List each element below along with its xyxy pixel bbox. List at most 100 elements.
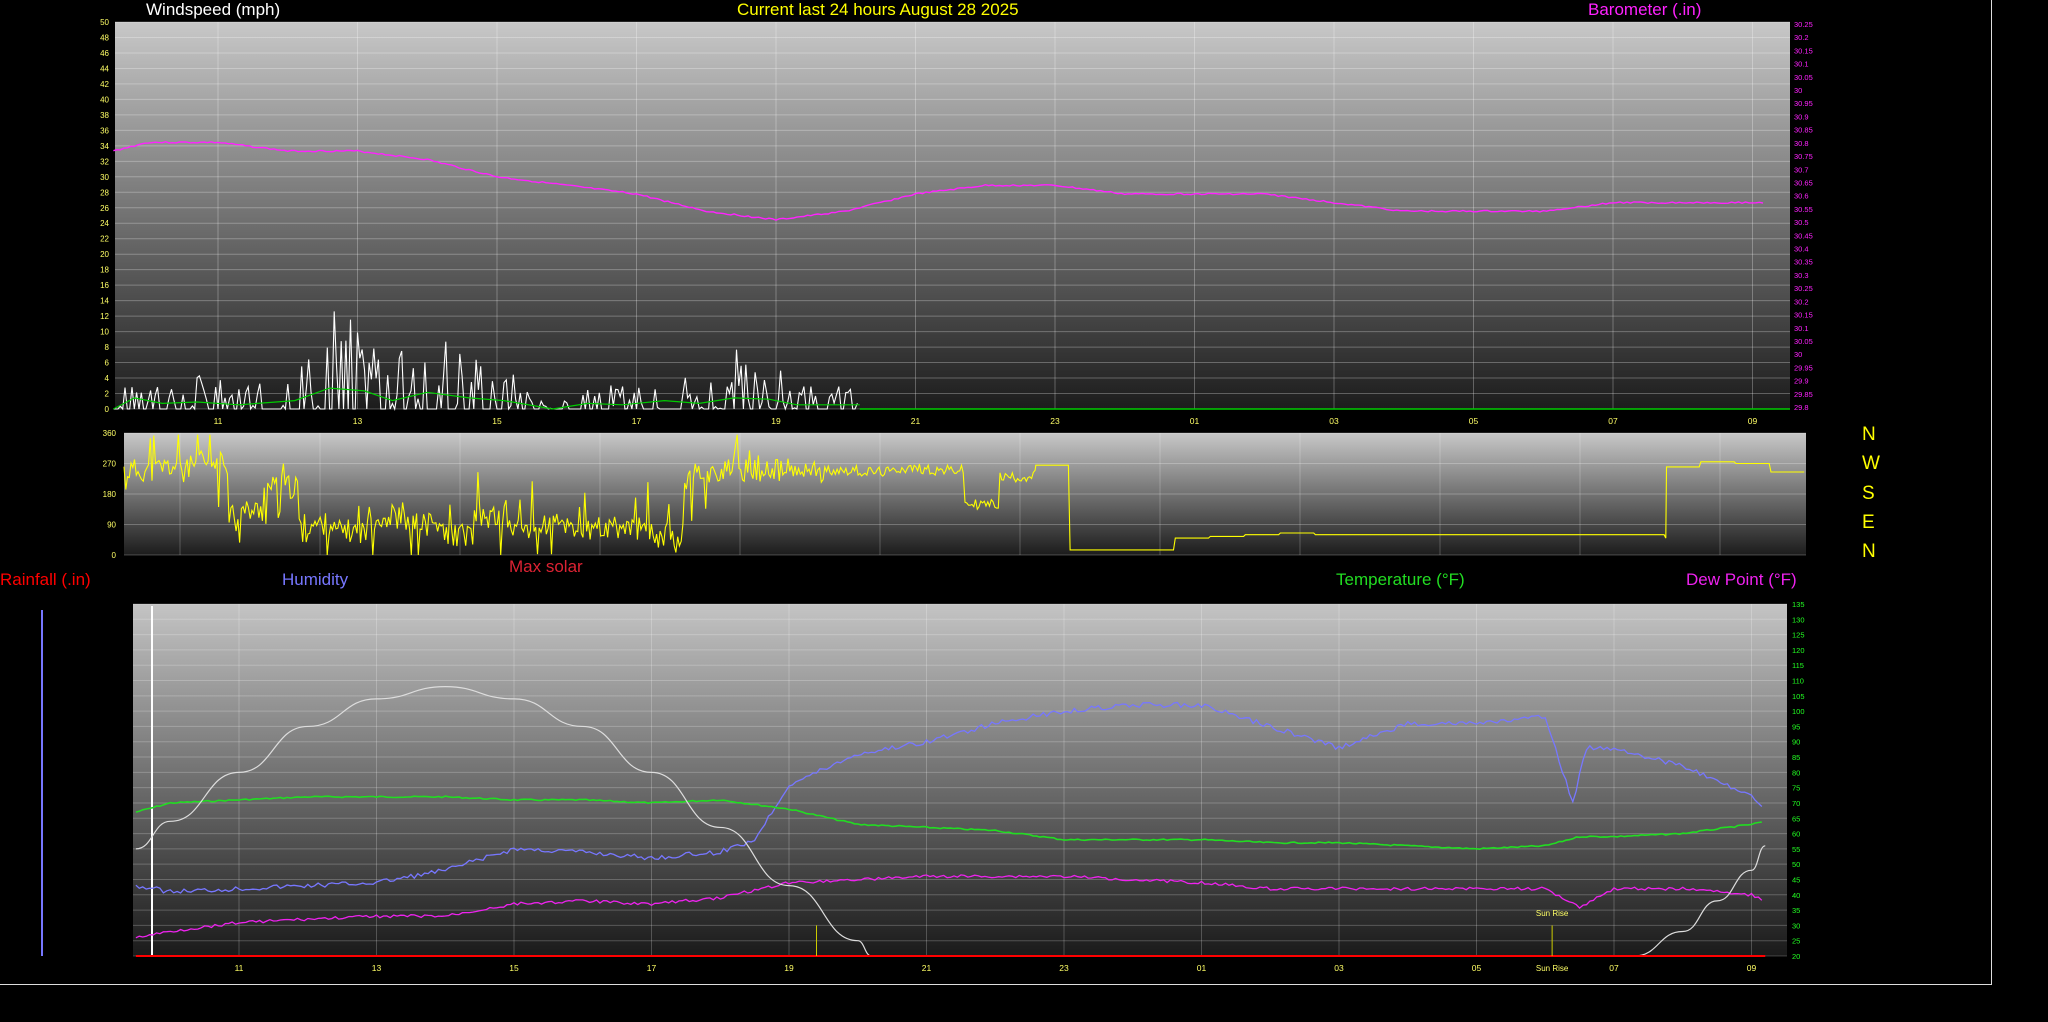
temp-tick-label: 80 <box>1792 768 1800 777</box>
temp-x-tick-label: 19 <box>784 963 794 973</box>
wind-x-tick-label: 13 <box>353 416 363 426</box>
wind-tick-label: 46 <box>100 49 109 58</box>
dewpoint-legend: Dew Point (°F) <box>1686 570 1797 589</box>
wind-tick-label: 2 <box>105 390 110 399</box>
wind-tick-label: 6 <box>105 359 110 368</box>
baro-tick-label: 30.05 <box>1794 337 1813 346</box>
baro-tick-label: 30.8 <box>1794 139 1809 148</box>
wind-x-tick-label: 17 <box>632 416 642 426</box>
temp-x-tick-label: 01 <box>1197 963 1207 973</box>
wind-tick-label: 50 <box>100 18 109 27</box>
plot-backgrounds <box>115 22 1806 956</box>
temp-tick-label: 25 <box>1792 937 1800 946</box>
temp-tick-label: 120 <box>1792 646 1805 655</box>
baro-tick-label: 30.2 <box>1794 297 1809 306</box>
baro-tick-label: 30.7 <box>1794 165 1809 174</box>
temp-tick-label: 40 <box>1792 891 1800 900</box>
temp-x-tick-label: 13 <box>372 963 382 973</box>
temp-tick-label: 55 <box>1792 845 1800 854</box>
windspeed-axis-title: Windspeed (mph) <box>146 0 281 19</box>
baro-tick-label: 30.85 <box>1794 126 1813 135</box>
weather-graph: 0 2 4 6 8 10 12 14 16 18 20 22 24 26 28 30 32 34 36 38 40 42 4… <box>0 0 2048 1017</box>
temp-tick-label: 105 <box>1792 692 1805 701</box>
wind-tick-label: 22 <box>100 235 109 244</box>
wind-tick-label: 26 <box>100 204 109 213</box>
wind-x-tick-label: 21 <box>911 416 921 426</box>
baro-tick-label: 30 <box>1794 350 1802 359</box>
baro-tick-label: 30.35 <box>1794 258 1813 267</box>
compass-s: S <box>1862 483 1875 504</box>
temp-plot-area <box>133 604 1787 956</box>
temp-tick-label: 110 <box>1792 677 1804 686</box>
baro-tick-label: 30.1 <box>1794 60 1809 69</box>
wind-tick-label: 16 <box>100 281 109 290</box>
wind-tick-label: 18 <box>100 266 109 275</box>
baro-tick-label: 30 <box>1794 86 1802 95</box>
baro-tick-label: 30.3 <box>1794 271 1809 280</box>
temp-tick-label: 125 <box>1792 631 1805 640</box>
temp-x-tick-label: 11 <box>235 963 244 973</box>
baro-tick-label: 30.95 <box>1794 99 1813 108</box>
baro-tick-label: 30.9 <box>1794 112 1809 121</box>
wind-x-tick-label: 07 <box>1608 416 1618 426</box>
temp-tick-label: 65 <box>1792 814 1800 823</box>
baro-tick-label: 30.25 <box>1794 20 1813 29</box>
baro-tick-label: 29.85 <box>1794 390 1813 399</box>
wind-x-tick-label: 09 <box>1748 416 1758 426</box>
wind-tick-label: 14 <box>100 297 109 306</box>
temp-tick-label: 35 <box>1792 906 1800 915</box>
chart-canvas: 0246810121416182022242628303234363840424… <box>41 18 1813 973</box>
right-border-line <box>1991 0 1992 985</box>
direction-tick-label: 180 <box>103 490 117 499</box>
temp-tick-label: 50 <box>1792 860 1800 869</box>
bottom-border-line <box>0 984 1992 985</box>
temp-tick-label: 45 <box>1792 875 1800 884</box>
compass-w: W <box>1862 453 1880 474</box>
wind-tick-label: 48 <box>100 33 109 42</box>
chart-title: Current last 24 hours August 28 2025 <box>737 0 1019 19</box>
temp-x-tick-label: 09 <box>1747 963 1757 973</box>
baro-tick-label: 30.15 <box>1794 46 1813 55</box>
temp-tick-label: 75 <box>1792 784 1800 793</box>
sunrise-label: Sun Rise <box>1536 909 1569 918</box>
temperature-legend: Temperature (°F) <box>1336 570 1465 589</box>
temp-x-tick-label: 23 <box>1059 963 1069 973</box>
temp-tick-label: 100 <box>1792 707 1805 716</box>
wind-tick-label: 36 <box>100 126 109 135</box>
temp-x-tick-label: 15 <box>509 963 519 973</box>
temp-tick-label: 70 <box>1792 799 1800 808</box>
compass-e: E <box>1862 512 1875 533</box>
direction-tick-label: 360 <box>103 429 117 438</box>
temp-x-tick-label: 07 <box>1609 963 1619 973</box>
wind-tick-label: 0 <box>105 405 110 414</box>
wind-x-tick-label: 19 <box>771 416 781 426</box>
wind-tick-label: 4 <box>105 374 110 383</box>
wind-tick-label: 44 <box>100 64 109 73</box>
temp-tick-label: 20 <box>1792 952 1800 961</box>
baro-tick-label: 30.55 <box>1794 205 1813 214</box>
temp-x-tick-label: 17 <box>647 963 657 973</box>
baro-tick-label: 29.9 <box>1794 377 1809 386</box>
wind-tick-label: 42 <box>100 80 109 89</box>
wind-x-tick-label: 05 <box>1469 416 1479 426</box>
baro-tick-label: 30.5 <box>1794 218 1809 227</box>
wind-tick-label: 28 <box>100 188 109 197</box>
baro-tick-label: 30.25 <box>1794 284 1813 293</box>
compass-n-top: N <box>1862 424 1876 445</box>
temp-tick-label: 30 <box>1792 921 1800 930</box>
baro-tick-label: 30.1 <box>1794 324 1809 333</box>
wind-tick-label: 20 <box>100 250 109 259</box>
temp-tick-label: 130 <box>1792 615 1805 624</box>
wind-x-tick-label: 11 <box>214 416 223 426</box>
temp-tick-label: 90 <box>1792 738 1800 747</box>
wind-tick-label: 40 <box>100 95 109 104</box>
baro-tick-label: 30.65 <box>1794 178 1813 187</box>
wind-x-tick-label: 15 <box>492 416 502 426</box>
wind-tick-label: 8 <box>105 343 110 352</box>
wind-tick-label: 24 <box>100 219 109 228</box>
baro-tick-label: 30.15 <box>1794 311 1813 320</box>
temp-tick-label: 85 <box>1792 753 1800 762</box>
baro-tick-label: 30.2 <box>1794 33 1809 42</box>
baro-tick-label: 29.95 <box>1794 363 1813 372</box>
wind-x-tick-label: 03 <box>1329 416 1339 426</box>
